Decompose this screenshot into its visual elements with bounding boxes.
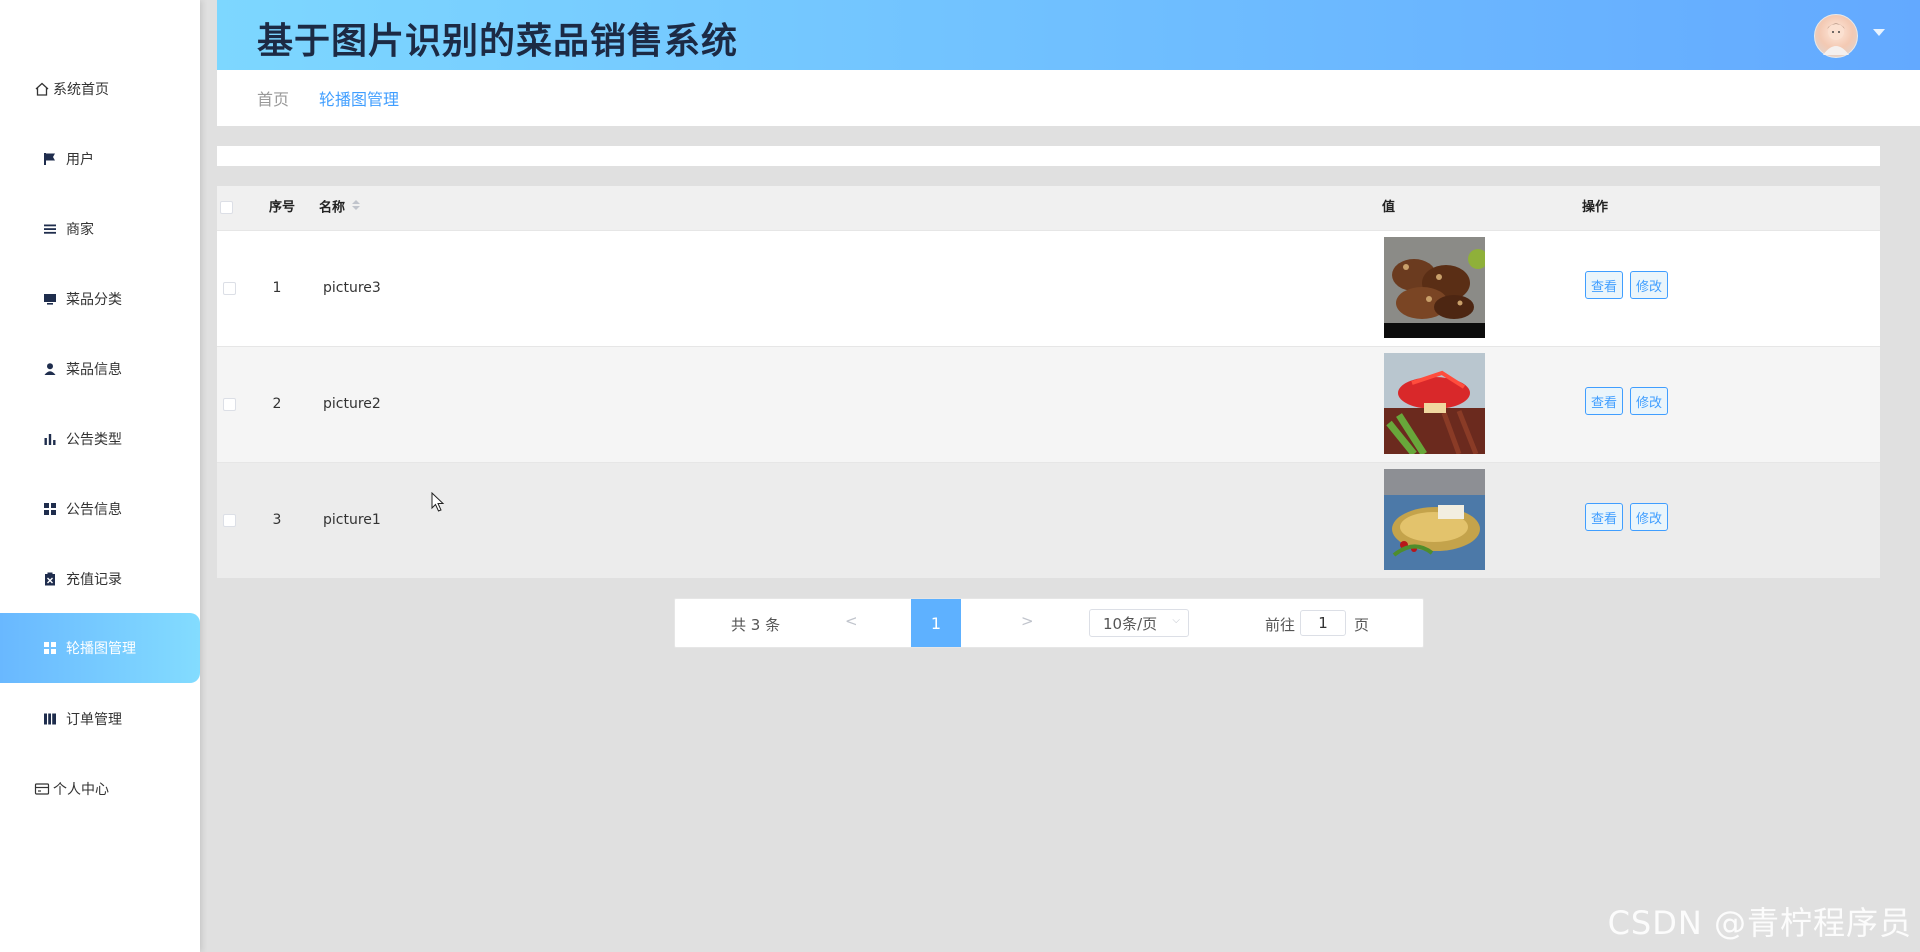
sidebar-item-label: 商家	[66, 222, 94, 238]
table-header: 序号 名称 值 操作	[217, 186, 1880, 230]
row-index: 3	[272, 512, 282, 528]
sidebar-item-label: 菜品分类	[66, 292, 122, 308]
clipboard-icon	[42, 571, 58, 587]
row-checkbox[interactable]	[223, 514, 236, 527]
app-title: 基于图片识别的菜品销售系统	[257, 21, 739, 62]
row-name: picture2	[323, 396, 381, 412]
chevron-down-icon[interactable]	[1873, 29, 1885, 36]
sidebar-item-label: 公告信息	[66, 502, 122, 518]
flag-icon	[42, 151, 58, 167]
breadcrumb-current: 轮播图管理	[319, 90, 400, 109]
header-value: 值	[1382, 200, 1396, 215]
sidebar-item-label: 系统首页	[53, 82, 109, 98]
monitor-icon	[42, 291, 58, 307]
view-button[interactable]: 查看	[1585, 503, 1623, 531]
pagination-total: 共 3 条	[731, 616, 781, 634]
sidebar-item-label: 轮播图管理	[66, 641, 136, 657]
top-header: 基于图片识别的菜品销售系统	[217, 0, 1920, 70]
list-icon	[42, 221, 58, 237]
select-all-checkbox[interactable]	[220, 201, 233, 214]
sidebar-item-dish-category[interactable]: 菜品分类	[0, 264, 200, 334]
view-button[interactable]: 查看	[1585, 271, 1623, 299]
view-button[interactable]: 查看	[1585, 387, 1623, 415]
grid-icon	[42, 501, 58, 517]
carousel-table: 序号 名称 值 操作 1 picture3 查看 修改 2 picture2 查…	[217, 186, 1880, 578]
row-image	[1384, 237, 1485, 338]
sidebar-item-dish-info[interactable]: 菜品信息	[0, 334, 200, 404]
bar-chart-icon	[42, 431, 58, 447]
table-row: 3 picture1 查看 修改	[217, 462, 1880, 578]
sidebar-item-label: 充值记录	[66, 572, 122, 588]
page-number-button[interactable]: 1	[911, 599, 961, 647]
prev-page-button[interactable]: <	[845, 612, 858, 630]
grid-icon	[42, 640, 58, 656]
header-index: 序号	[269, 200, 296, 215]
page-size-value: 10条/页	[1103, 614, 1158, 633]
sidebar-item-orders[interactable]: 订单管理	[0, 684, 200, 754]
row-name: picture3	[323, 280, 381, 296]
sidebar-item-label: 菜品信息	[66, 362, 122, 378]
table-row: 1 picture3 查看 修改	[217, 230, 1880, 346]
sidebar-item-label: 用户	[66, 152, 94, 168]
sidebar-item-label: 订单管理	[66, 712, 122, 728]
sidebar-item-notice-type[interactable]: 公告类型	[0, 404, 200, 474]
sidebar-item-label: 公告类型	[66, 432, 122, 448]
header-name[interactable]: 名称	[319, 186, 361, 231]
chevron-down-icon: ⌵	[1172, 615, 1180, 626]
row-index: 1	[272, 280, 282, 296]
user-icon	[42, 361, 58, 377]
row-name: picture1	[323, 512, 381, 528]
search-bar-area	[217, 146, 1880, 166]
row-image	[1384, 353, 1485, 454]
edit-button[interactable]: 修改	[1630, 503, 1668, 531]
watermark: CSDN @青柠程序员	[1607, 904, 1912, 942]
sidebar-item-recharge[interactable]: 充值记录	[0, 544, 200, 614]
avatar[interactable]	[1814, 14, 1858, 58]
sidebar-item-carousel[interactable]: 轮播图管理	[0, 613, 200, 683]
row-checkbox[interactable]	[223, 282, 236, 295]
page-size-select[interactable]: 10条/页 ⌵	[1089, 609, 1189, 637]
next-page-button[interactable]: >	[1021, 612, 1034, 630]
header-action: 操作	[1582, 200, 1609, 215]
mouse-cursor-icon	[431, 491, 445, 516]
sidebar-item-users[interactable]: 用户	[0, 124, 200, 194]
header-name-label: 名称	[319, 200, 346, 216]
edit-button[interactable]: 修改	[1630, 387, 1668, 415]
card-icon	[34, 781, 50, 797]
goto-page-input[interactable]: 1	[1300, 610, 1346, 636]
breadcrumb: 首页 轮播图管理	[217, 70, 1920, 126]
sidebar-item-notice-info[interactable]: 公告信息	[0, 474, 200, 544]
edit-button[interactable]: 修改	[1630, 271, 1668, 299]
sidebar-item-merchants[interactable]: 商家	[0, 194, 200, 264]
row-image	[1384, 469, 1485, 570]
row-index: 2	[272, 396, 282, 412]
pagination: 共 3 条 < 1 > 10条/页 ⌵ 前往 1 页	[674, 598, 1424, 648]
breadcrumb-home[interactable]: 首页	[257, 86, 289, 110]
sidebar-item-profile[interactable]: 个人中心	[0, 754, 200, 824]
sidebar-item-home[interactable]: 系统首页	[0, 54, 200, 124]
table-row: 2 picture2 查看 修改	[217, 346, 1880, 462]
sort-icon[interactable]	[351, 186, 361, 230]
sidebar-item-label: 个人中心	[53, 782, 109, 798]
home-icon	[34, 81, 50, 97]
page-unit-label: 页	[1354, 616, 1370, 634]
goto-label: 前往	[1265, 616, 1296, 634]
row-checkbox[interactable]	[223, 398, 236, 411]
book-icon	[42, 711, 58, 727]
sidebar: 系统首页 用户 商家 菜品分类 菜品信息 公告类型 公告信息 充值记录 轮播图管…	[0, 0, 200, 952]
